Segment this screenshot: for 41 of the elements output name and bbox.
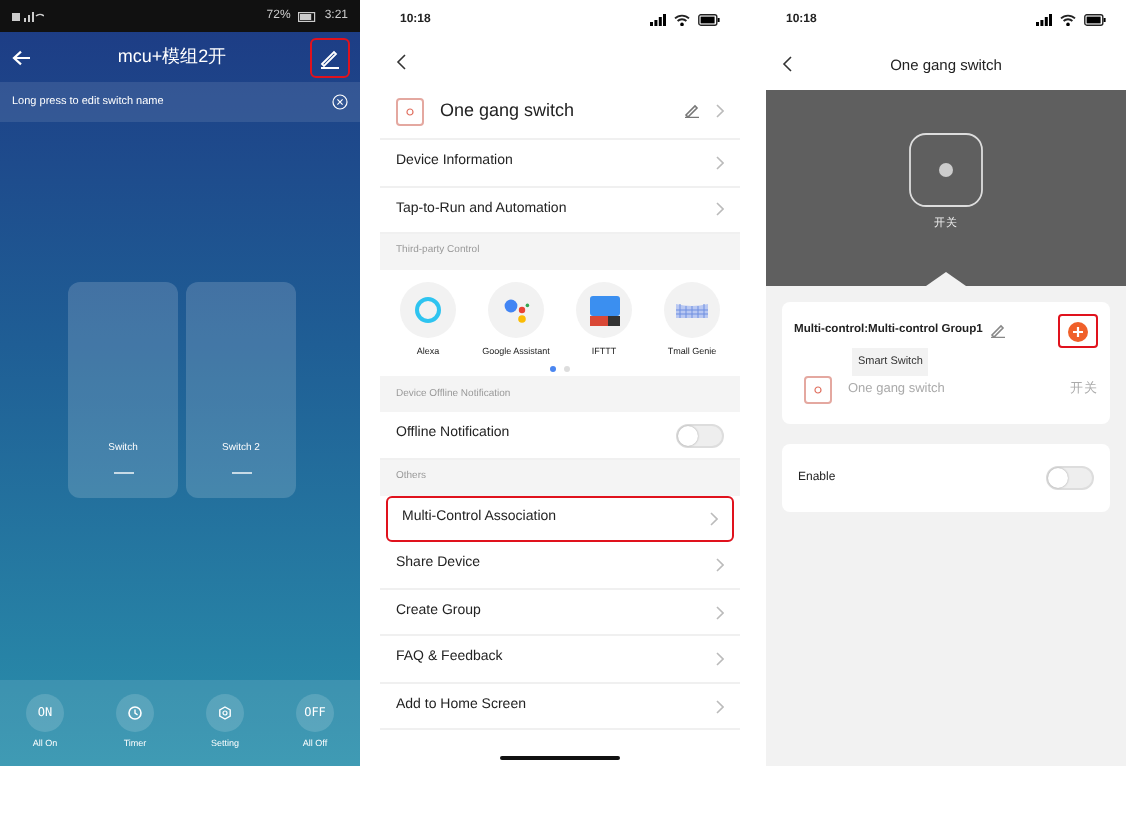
add-icon[interactable] <box>1068 321 1088 341</box>
signal-icon <box>650 14 666 26</box>
edit-icon[interactable] <box>311 39 348 75</box>
pointer-notch <box>926 272 966 286</box>
home-indicator <box>500 756 620 760</box>
chevron-icon <box>710 511 718 526</box>
toggle-switch[interactable] <box>676 423 724 448</box>
back-icon[interactable] <box>782 56 792 72</box>
pencil-icon[interactable] <box>990 324 1007 338</box>
dots-logo-icon[interactable] <box>502 296 530 324</box>
wifi-icon <box>674 14 690 26</box>
page-dot[interactable] <box>550 366 556 373</box>
tile-logo-icon[interactable] <box>589 295 619 325</box>
signal-icon <box>1036 14 1052 26</box>
page-dot[interactable] <box>564 366 570 373</box>
device-name: One gang switch <box>440 97 577 124</box>
screen-title: mcu+模组2开 <box>117 43 227 70</box>
dot-icon <box>406 107 414 115</box>
clock-icon[interactable] <box>128 706 142 721</box>
ring-logo-icon[interactable] <box>414 296 442 324</box>
gear-icon[interactable] <box>218 706 232 721</box>
toggle-switch[interactable] <box>1046 466 1094 491</box>
battery-icon <box>298 11 317 21</box>
chevron-icon <box>716 155 724 170</box>
dot-icon <box>814 386 822 395</box>
chevron-icon <box>716 104 724 118</box>
back-arrow-icon[interactable] <box>12 49 32 65</box>
chevron-icon <box>716 605 724 620</box>
switch-icon[interactable] <box>908 131 984 208</box>
signal-icon <box>12 11 44 21</box>
back-icon[interactable] <box>396 54 406 70</box>
grid-logo-icon[interactable] <box>676 301 708 319</box>
pencil-icon[interactable] <box>684 104 700 118</box>
close-icon[interactable] <box>332 94 348 110</box>
chevron-icon <box>716 699 724 714</box>
battery-icon <box>698 14 720 26</box>
chevron-icon <box>716 558 724 573</box>
chevron-icon <box>716 652 724 667</box>
battery-icon <box>1084 14 1106 26</box>
chevron-icon <box>716 202 724 217</box>
wifi-icon <box>1060 14 1076 26</box>
